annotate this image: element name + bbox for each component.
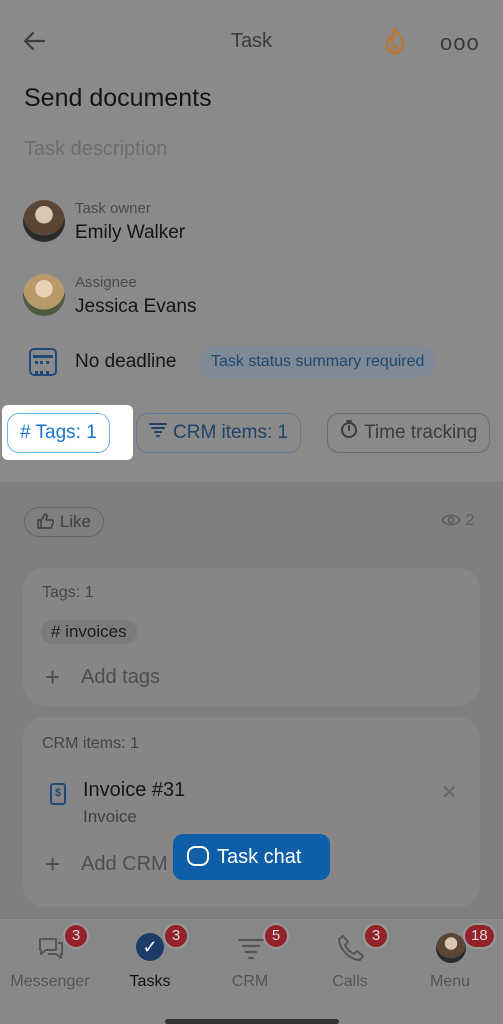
plus-icon: +: [45, 662, 61, 692]
assignee-label: Assignee: [75, 274, 137, 291]
tags-chip[interactable]: # Tags: 1: [7, 413, 110, 453]
phone-icon: [336, 933, 366, 963]
stopwatch-icon: [340, 414, 358, 452]
crm-chip-label: CRM items: 1: [173, 422, 289, 443]
messenger-badge: 3: [63, 923, 89, 949]
task-chat-button[interactable]: Task chat: [173, 834, 330, 880]
crm-items-chip[interactable]: CRM items: 1: [136, 413, 302, 453]
add-crm-button[interactable]: + Add CRM: [45, 849, 168, 880]
bottom-tab-bar: 3 Messenger ✓ 3 Tasks 5 CRM 3 Calls 18 M…: [0, 918, 503, 1024]
chips-row: # Tags: 1 CRM items: 1 Time tracking: [0, 405, 503, 461]
check-circle-icon: ✓: [136, 933, 164, 961]
funnel-icon: [149, 414, 167, 452]
eye-icon: [441, 512, 465, 529]
tags-card-title: Tags: 1: [42, 584, 94, 601]
task-chat-label: Task chat: [217, 846, 302, 868]
home-indicator: [165, 1019, 339, 1024]
invoice-type: Invoice: [83, 807, 137, 826]
tab-menu[interactable]: 18 Menu: [400, 919, 500, 999]
tab-crm-label: CRM: [231, 973, 269, 990]
crm-badge: 5: [263, 923, 289, 949]
invoice-name[interactable]: Invoice #31: [83, 779, 185, 802]
header: Task ooo: [0, 0, 503, 82]
views-count: 2: [465, 512, 475, 529]
time-tracking-chip[interactable]: Time tracking: [327, 413, 491, 453]
thumbs-up-icon: [37, 512, 60, 531]
like-button[interactable]: Like: [24, 507, 104, 537]
tab-calls[interactable]: 3 Calls: [300, 919, 400, 999]
tag-invoices[interactable]: # invoices: [41, 620, 137, 644]
owner-name: Emily Walker: [75, 222, 186, 243]
assignee-name: Jessica Evans: [75, 296, 197, 317]
add-tags-button[interactable]: + Add tags: [45, 662, 160, 693]
invoice-icon: $: [50, 783, 66, 805]
crm-card-title: CRM items: 1: [42, 735, 139, 752]
tab-crm[interactable]: 5 CRM: [200, 919, 300, 999]
fire-icon[interactable]: [380, 26, 410, 58]
add-tags-label: Add tags: [81, 666, 160, 688]
chat-bubbles-icon: [36, 933, 66, 963]
owner-label: Task owner: [75, 200, 151, 217]
views-counter: 2: [441, 512, 474, 530]
time-chip-label: Time tracking: [364, 422, 478, 443]
menu-badge: 18: [463, 923, 496, 949]
deadline-text: No deadline: [75, 351, 177, 372]
close-icon[interactable]: ✕: [441, 780, 458, 805]
tab-tasks-label: Tasks: [129, 973, 171, 990]
assignee-row[interactable]: Assignee Jessica Evans: [23, 274, 323, 324]
tasks-badge: 3: [163, 923, 189, 949]
page-title: Task: [230, 30, 273, 52]
calendar-icon: [29, 348, 57, 376]
chat-bubble-icon: [187, 846, 209, 866]
task-owner-row[interactable]: Task owner Emily Walker: [23, 200, 323, 250]
tags-card: Tags: 1 # invoices + Add tags: [23, 568, 480, 706]
plus-icon: +: [45, 849, 61, 879]
task-title[interactable]: Send documents: [24, 84, 212, 113]
task-description-field[interactable]: Task description: [24, 138, 167, 161]
tab-messenger[interactable]: 3 Messenger: [0, 919, 100, 999]
tab-tasks[interactable]: ✓ 3 Tasks: [100, 919, 200, 999]
add-crm-label: Add CRM: [81, 853, 168, 875]
deadline-row[interactable]: No deadline Task status summary required: [27, 346, 497, 378]
funnel-icon: [236, 933, 266, 963]
tab-calls-label: Calls: [332, 973, 368, 990]
calls-badge: 3: [363, 923, 389, 949]
tab-messenger-label: Messenger: [10, 973, 90, 990]
assignee-avatar: [23, 274, 65, 316]
avatar: [436, 933, 466, 963]
status-summary-pill[interactable]: Task status summary required: [199, 346, 437, 378]
owner-avatar: [23, 200, 65, 242]
more-dots-icon[interactable]: ooo: [440, 30, 480, 56]
tab-menu-label: Menu: [429, 973, 471, 990]
like-label: Like: [59, 512, 91, 531]
